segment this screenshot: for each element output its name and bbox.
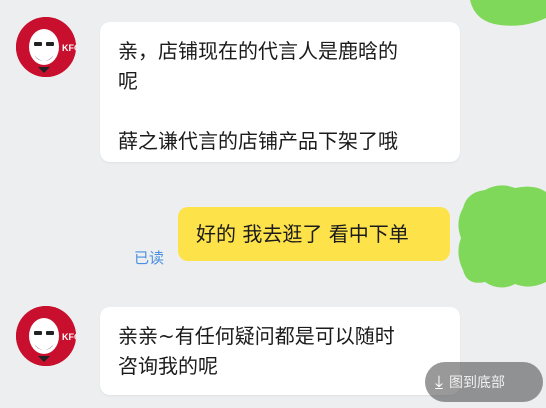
kfc-logo-text: KFC — [62, 43, 76, 53]
kfc-avatar[interactable]: KFC — [16, 17, 76, 77]
kfc-logo-text: KFC — [62, 332, 76, 342]
read-status: 已读 — [134, 249, 165, 267]
message-text: 亲亲~有任何疑问都是可以随时 咨询我的呢 — [118, 324, 395, 378]
download-arrow-icon: ⤓ — [435, 371, 443, 393]
kfc-avatar[interactable]: KFC — [16, 306, 76, 366]
incoming-message: 亲，店铺现在的代言人是鹿晗的 呢 薛之谦代言的店铺产品下架了哦 — [100, 22, 460, 162]
message-text: 亲，店铺现在的代言人是鹿晗的 呢 薛之谦代言的店铺产品下架了哦 — [118, 39, 398, 153]
watermark-text: 图到底部 — [448, 375, 505, 391]
colonel-logo-icon: KFC — [16, 306, 76, 366]
censor-blob-top — [470, 0, 546, 26]
incoming-message: 亲亲~有任何疑问都是可以随时 咨询我的呢 — [100, 307, 460, 395]
censored-avatar — [458, 185, 546, 288]
message-text: 好的 我去逛了 看中下单 — [196, 222, 409, 246]
scroll-to-bottom-button[interactable]: ⤓ 图到底部 — [425, 362, 543, 402]
outgoing-message: 好的 我去逛了 看中下单 — [178, 207, 450, 261]
colonel-logo-icon: KFC — [16, 17, 76, 77]
